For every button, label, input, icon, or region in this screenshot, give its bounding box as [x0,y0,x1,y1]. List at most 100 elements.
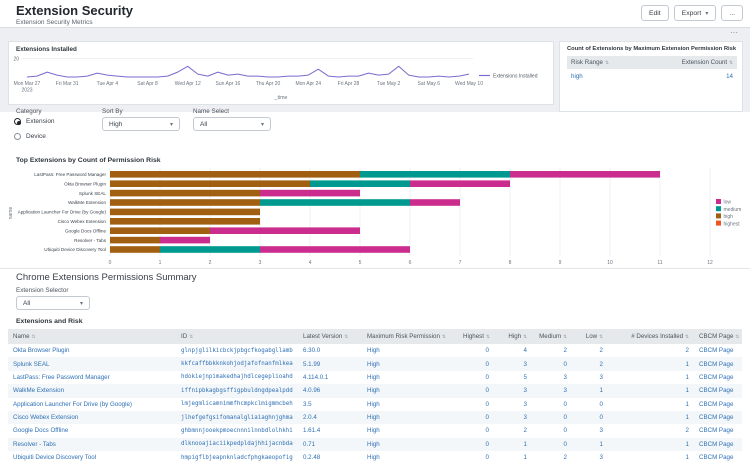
cell-devices-installed[interactable]: 1 [608,398,694,411]
cell-latest-version[interactable]: 5.1.99 [298,357,362,371]
cell-name[interactable]: Cisco Webex Extension [8,410,176,425]
column-header-highest[interactable]: Highest ⇅ [458,329,494,344]
bar-segment-high[interactable] [110,236,160,244]
cell-low[interactable]: 3 [572,371,608,384]
column-header-cbcm-page[interactable]: CBCM Page ⇅ [694,329,742,344]
cell-devices-installed[interactable]: 2 [608,344,694,357]
cell-high[interactable]: 1 [494,437,532,451]
cell-maximum-risk-permission[interactable]: High [362,410,458,425]
cell-low[interactable]: 0 [572,410,608,425]
cell-highest[interactable]: 0 [458,451,494,464]
cell-low[interactable]: 0 [572,398,608,411]
bar-segment-low[interactable] [260,189,360,197]
extension-selector-dropdown[interactable]: All ▾ [16,296,90,310]
column-header-devices-installed[interactable]: # Devices Installed ⇅ [608,329,694,344]
cell-low[interactable]: 3 [572,451,608,464]
risk-count-cell[interactable]: 14 [663,69,737,83]
cell-high[interactable]: 3 [494,384,532,398]
cell-cbcm-page[interactable]: CBCM Page [694,398,742,411]
bar-segment-medium[interactable] [260,199,410,206]
cell-high[interactable]: 3 [494,398,532,411]
cell-cbcm-page[interactable]: CBCM Page [694,410,742,425]
cell-highest[interactable]: 0 [458,371,494,384]
cell-devices-installed[interactable]: 1 [608,384,694,398]
cell-maximum-risk-permission[interactable]: High [362,384,458,398]
column-header-extension-count[interactable]: Extension Count ⇅ [663,56,737,69]
bar-segment-medium[interactable] [360,171,510,178]
cell-cbcm-page[interactable]: CBCM Page [694,371,742,384]
category-radio-device[interactable]: Device [14,133,46,140]
cell-low[interactable]: 3 [572,424,608,437]
cell-latest-version[interactable]: 6.30.0 [298,344,362,357]
bar-segment-high[interactable] [110,246,160,253]
cell-cbcm-page[interactable]: CBCM Page [694,424,742,437]
cell-high[interactable]: 4 [494,344,532,357]
cell-highest[interactable]: 0 [458,357,494,371]
cell-latest-version[interactable]: 4.114.0.1 [298,371,362,384]
cell-name[interactable]: WalkMe Extension [8,384,176,398]
cell-high[interactable]: 3 [494,410,532,425]
bar-segment-high[interactable] [110,227,210,234]
cell-highest[interactable]: 0 [458,424,494,437]
cell-maximum-risk-permission[interactable]: High [362,371,458,384]
cell-medium[interactable]: 2 [532,451,572,464]
cell-id[interactable]: lmjegmlicamnimmfhcmpkclmigmmcbeh [176,398,298,411]
cell-name[interactable]: Application Launcher For Drive (by Googl… [8,398,176,411]
column-header-low[interactable]: Low ⇅ [572,329,608,344]
cell-name[interactable]: Resolver - Tabs [8,437,176,451]
column-header-name[interactable]: Name ⇅ [8,329,176,344]
cell-id[interactable]: dlknooajiaciikpedpldajhhijacnbda [176,437,298,451]
cell-name[interactable]: Google Docs Offline [8,424,176,437]
cell-id[interactable]: jlhefgefgsifomanalgliaiaghnjghma [176,410,298,425]
cell-maximum-risk-permission[interactable]: High [362,424,458,437]
edit-button[interactable]: Edit [640,5,669,21]
risk-range-link[interactable]: high [567,69,663,83]
bar-segment-low[interactable] [410,199,460,206]
bar-segment-high[interactable] [110,189,260,197]
cell-medium[interactable]: 0 [532,398,572,411]
cell-medium[interactable]: 0 [532,357,572,371]
cell-medium[interactable]: 3 [532,371,572,384]
cell-id[interactable]: iffnipbkagbgsffigpbuldngdpealpdd [176,384,298,398]
cell-cbcm-page[interactable]: CBCM Page [694,384,742,398]
cell-cbcm-page[interactable]: CBCM Page [694,357,742,371]
bar-segment-high[interactable] [110,180,310,187]
cell-devices-installed[interactable]: 1 [608,357,694,371]
cell-latest-version[interactable]: 1.61.4 [298,424,362,437]
cell-latest-version[interactable]: 3.5 [298,398,362,411]
cell-highest[interactable]: 0 [458,437,494,451]
cell-cbcm-page[interactable]: CBCM Page [694,451,742,464]
column-header-latest-version[interactable]: Latest Version ⇅ [298,329,362,344]
more-options-button[interactable]: ... [721,5,743,21]
cell-low[interactable]: 2 [572,357,608,371]
cell-latest-version[interactable]: 2.0.4 [298,410,362,425]
cell-maximum-risk-permission[interactable]: High [362,357,458,371]
cell-high[interactable]: 1 [494,451,532,464]
cell-high[interactable]: 2 [494,424,532,437]
cell-high[interactable]: 3 [494,357,532,371]
bar-segment-low[interactable] [260,246,410,253]
column-header-high[interactable]: High ⇅ [494,329,532,344]
cell-maximum-risk-permission[interactable]: High [362,344,458,357]
cell-low[interactable]: 1 [572,384,608,398]
cell-devices-installed[interactable]: 1 [608,371,694,384]
cell-high[interactable]: 5 [494,371,532,384]
cell-id[interactable]: hmpigflbjeapnknladcfphgkaeopofig [176,451,298,464]
export-button[interactable]: Export ▾ [673,5,717,21]
cell-low[interactable]: 1 [572,437,608,451]
cell-medium[interactable]: 0 [532,424,572,437]
bar-segment-medium[interactable] [160,246,260,253]
cell-maximum-risk-permission[interactable]: High [362,437,458,451]
bar-segment-low[interactable] [410,180,510,187]
bar-segment-high[interactable] [110,218,260,225]
cell-id[interactable]: glnpjglilkicbckjpbgcfkogabgllamb [176,344,298,357]
bar-segment-high[interactable] [110,199,260,206]
cell-devices-installed[interactable]: 2 [608,424,694,437]
cell-medium[interactable]: 2 [532,344,572,357]
cell-medium[interactable]: 3 [532,384,572,398]
cell-cbcm-page[interactable]: CBCM Page [694,437,742,451]
cell-devices-installed[interactable]: 1 [608,437,694,451]
cell-medium[interactable]: 0 [532,410,572,425]
column-header-id[interactable]: ID ⇅ [176,329,298,344]
cell-maximum-risk-permission[interactable]: High [362,398,458,411]
